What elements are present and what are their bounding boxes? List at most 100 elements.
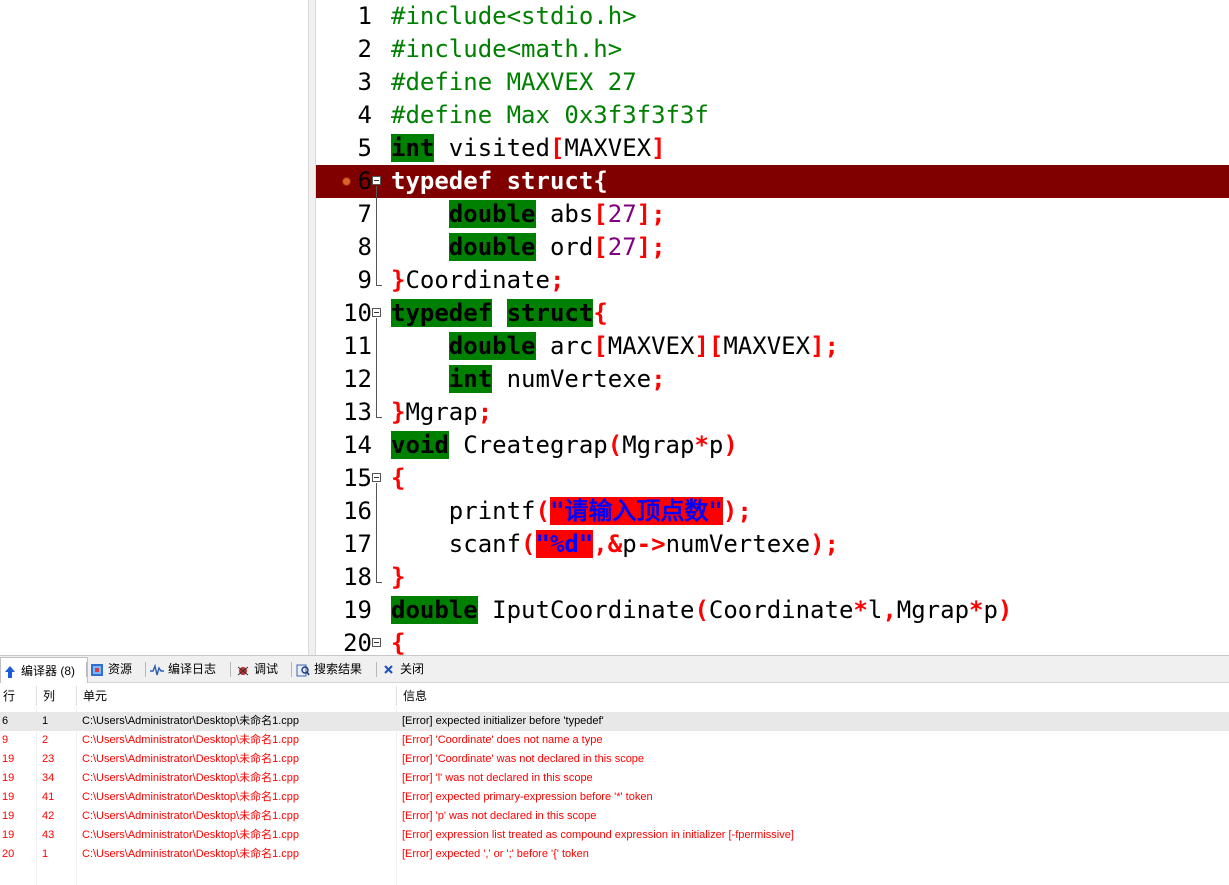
line-number[interactable]: 17 <box>316 528 372 561</box>
code-token: int <box>448 365 493 393</box>
line-number[interactable]: 19 <box>316 594 372 627</box>
column-header-col[interactable]: 列 <box>40 683 76 709</box>
code-line[interactable]: 18} <box>316 561 1229 594</box>
message-line-cell: 19 <box>2 772 15 784</box>
code-line[interactable]: 10 typedef struct{ <box>316 297 1229 330</box>
message-row[interactable]: 19 41 C:\Users\Administrator\Desktop\未命名1.… <box>0 788 1229 807</box>
code-token: numVertexe <box>492 365 652 393</box>
message-unit-cell: C:\Users\Administrator\Desktop\未命名1.cpp <box>82 848 300 860</box>
code-line[interactable]: 3 #define MAXVEX 27 <box>316 66 1229 99</box>
fold-toggle-icon[interactable] <box>372 627 382 655</box>
line-number[interactable]: 15 <box>316 462 372 495</box>
tab-compile-log[interactable]: 编译日志 <box>150 658 216 680</box>
tab-compiler[interactable]: 编译器 (8) <box>0 657 88 683</box>
code-token: l <box>867 596 883 624</box>
code-token: typedef <box>391 299 493 327</box>
code-token: , <box>882 596 897 624</box>
code-token: [ <box>549 134 565 162</box>
line-number[interactable]: 20 <box>316 627 372 655</box>
code-token: ) <box>723 431 738 459</box>
code-token: "请输入顶点数" <box>549 497 723 525</box>
code-line[interactable]: 2 #include<math.h> <box>316 33 1229 66</box>
fold-toggle-icon[interactable] <box>372 297 382 330</box>
code-token: ; <box>824 332 839 360</box>
code-token: MAXVEX <box>723 332 811 360</box>
code-text: double abs[27]; <box>391 198 666 231</box>
line-number[interactable]: 9 <box>316 264 372 297</box>
line-number[interactable]: 12 <box>316 363 372 396</box>
tab-search-results[interactable]: 搜索结果 <box>296 658 362 680</box>
line-number[interactable]: 10 <box>316 297 372 330</box>
line-number[interactable]: 1 <box>316 0 372 33</box>
code-token: [ <box>593 233 608 261</box>
message-row[interactable]: 6 1 C:\Users\Administrator\Desktop\未命名1.cp… <box>0 712 1229 731</box>
line-number[interactable]: 2 <box>316 33 372 66</box>
column-header-line[interactable]: 行 <box>0 683 36 709</box>
code-line[interactable]: 19 double IputCoordinate(Coordinate*l,Mgr… <box>316 594 1229 627</box>
message-row[interactable]: 19 23 C:\Users\Administrator\Desktop\未命名1.… <box>0 750 1229 769</box>
code-line[interactable]: 6 typedef struct{ <box>316 165 1229 198</box>
code-text: double arc[MAXVEX][MAXVEX]; <box>391 330 839 363</box>
message-row[interactable]: 19 42 C:\Users\Administrator\Desktop\未命名1.… <box>0 807 1229 826</box>
code-line[interactable]: 14 void Creategrap(Mgrap*p) <box>316 429 1229 462</box>
code-token: [ <box>708 332 724 360</box>
line-number[interactable]: 11 <box>316 330 372 363</box>
code-line[interactable]: 1 #include<stdio.h> <box>316 0 1229 33</box>
breakpoint-icon[interactable] <box>342 177 351 186</box>
code-line[interactable]: 9}Coordinate; <box>316 264 1229 297</box>
message-row[interactable]: 20 1 C:\Users\Administrator\Desktop\未命名1.c… <box>0 845 1229 864</box>
code-token: abs <box>535 200 594 228</box>
code-line[interactable]: 4 #define Max 0x3f3f3f3f <box>316 99 1229 132</box>
message-row[interactable]: 9 2 C:\Users\Administrator\Desktop\未命名1.cp… <box>0 731 1229 750</box>
code-line[interactable]: 15 { <box>316 462 1229 495</box>
code-line[interactable]: 13}Mgrap; <box>316 396 1229 429</box>
line-number[interactable]: 16 <box>316 495 372 528</box>
tab-search-results-label: 搜索结果 <box>314 662 363 676</box>
code-token: * <box>969 596 984 624</box>
code-token: [ <box>593 200 608 228</box>
code-line[interactable]: 16 printf("请输入顶点数"); <box>316 495 1229 528</box>
message-line-cell: 19 <box>2 753 15 765</box>
bottom-message-panel: 编译器 (8) 资源 编译日志 调试 搜索结果 关闭 行 列 单元 信息 6 1… <box>0 655 1229 885</box>
code-line[interactable]: 12 int numVertexe; <box>316 363 1229 396</box>
code-editor[interactable]: 1 #include<stdio.h> 2 #include<math.h> 3 #def… <box>316 0 1229 655</box>
code-token: int <box>391 134 435 162</box>
fold-toggle-icon[interactable] <box>372 165 382 198</box>
line-number[interactable]: 18 <box>316 561 372 594</box>
message-row[interactable]: 19 43 C:\Users\Administrator\Desktop\未命名1.… <box>0 826 1229 845</box>
column-header-info[interactable]: 信息 <box>400 683 1220 709</box>
line-number[interactable]: 14 <box>316 429 372 462</box>
code-token: #define Max 0x3f3f3f3f <box>391 101 709 129</box>
line-number[interactable]: 13 <box>316 396 372 429</box>
code-token: ; <box>651 365 666 393</box>
code-token: * <box>853 596 868 624</box>
message-unit-cell: C:\Users\Administrator\Desktop\未命名1.cpp <box>82 734 300 746</box>
tab-debug[interactable]: 调试 <box>236 658 278 680</box>
code-line[interactable]: 20 { <box>316 627 1229 655</box>
line-number[interactable]: 5 <box>316 132 372 165</box>
fold-toggle-icon[interactable] <box>372 462 382 495</box>
line-number[interactable]: 7 <box>316 198 372 231</box>
code-line[interactable]: 11 double arc[MAXVEX][MAXVEX]; <box>316 330 1229 363</box>
tab-resources[interactable]: 资源 <box>90 658 132 680</box>
message-info-cell: [Error] expected initializer before 'typ… <box>402 715 604 727</box>
message-row[interactable]: 19 34 C:\Users\Administrator\Desktop\未命名1.… <box>0 769 1229 788</box>
message-unit-cell: C:\Users\Administrator\Desktop\未命名1.cpp <box>82 829 300 841</box>
message-col-cell: 34 <box>42 772 55 784</box>
line-number[interactable]: 8 <box>316 231 372 264</box>
code-token: ( <box>694 596 709 624</box>
code-line[interactable]: 5 int visited[MAXVEX] <box>316 132 1229 165</box>
code-text: { <box>391 627 405 655</box>
close-panel-button[interactable]: 关闭 <box>382 658 424 680</box>
code-line[interactable]: 17 scanf("%d",&p->numVertexe); <box>316 528 1229 561</box>
pane-splitter[interactable] <box>308 0 316 655</box>
code-token: p <box>983 596 998 624</box>
line-number[interactable]: 3 <box>316 66 372 99</box>
code-token: Coordinate <box>708 596 854 624</box>
column-header-unit[interactable]: 单元 <box>80 683 396 709</box>
code-line[interactable]: 7 double abs[27]; <box>316 198 1229 231</box>
line-number[interactable]: 4 <box>316 99 372 132</box>
code-line[interactable]: 8 double ord[27]; <box>316 231 1229 264</box>
